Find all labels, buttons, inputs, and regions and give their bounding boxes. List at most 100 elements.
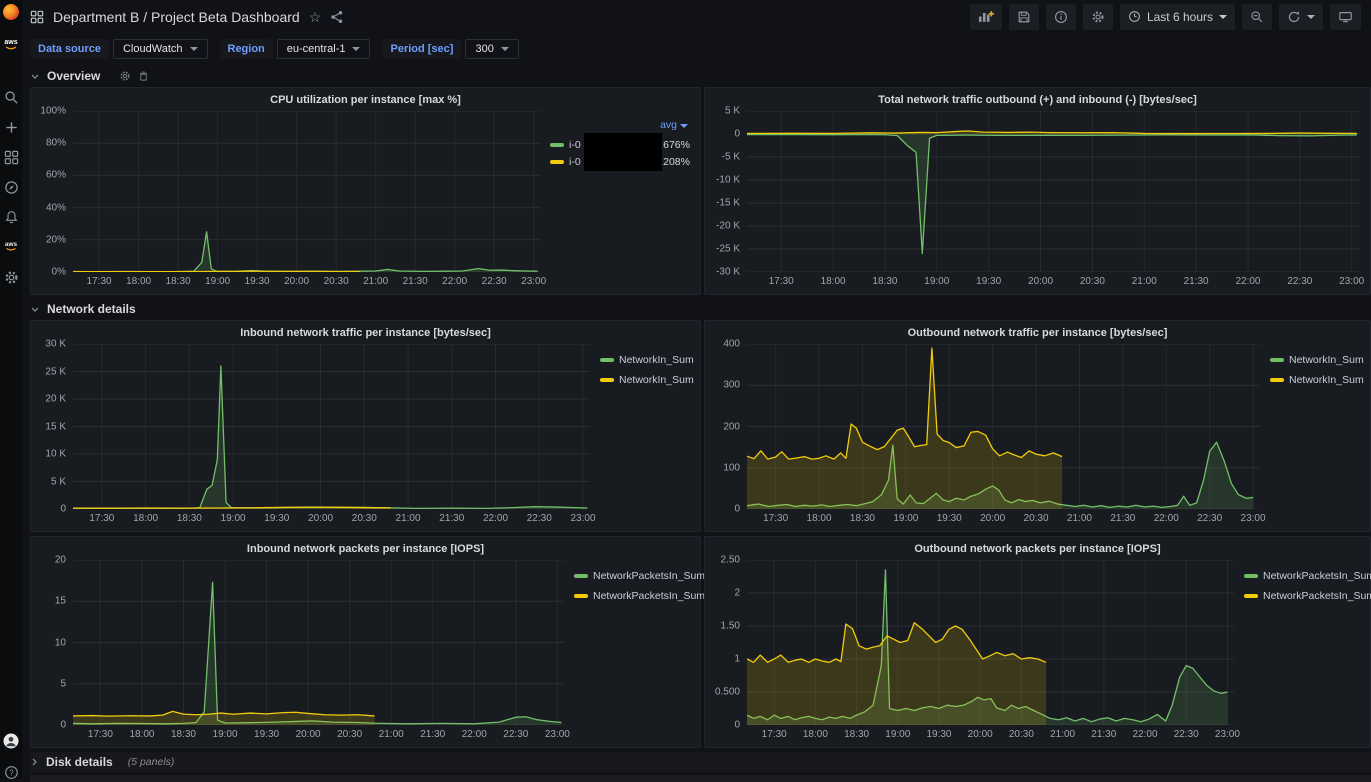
panel-row-overview: CPU utilization per instance [max %] 0%2… [30,87,1371,295]
page-title[interactable]: Department B / Project Beta Dashboard [53,9,300,25]
y-axis: 05 K10 K15 K20 K25 K30 K [35,344,73,509]
x-tick-label: 19:00 [205,276,230,287]
series-color-swatch [600,378,614,382]
chart-canvas[interactable] [747,560,1234,725]
panel-outbound-network-packets: Outbound network packets per instance [I… [704,536,1371,748]
row-delete-trash-icon[interactable] [138,70,149,82]
legend-item[interactable]: NetworkIn_Sum [600,354,690,366]
series-name: i-0 [569,139,581,151]
series-color-swatch [1270,358,1284,362]
panel-title[interactable]: Outbound network packets per instance [I… [705,537,1370,558]
x-axis: 17:3018:0018:3019:0019:3020:0020:3021:00… [747,509,1260,527]
legend-sort-avg[interactable]: avg [550,119,690,131]
info-circle-icon [1054,10,1068,24]
search-icon [4,90,19,105]
panel-row-network-traffic: Inbound network traffic per instance [by… [30,320,1371,532]
svg-text:?: ? [9,768,14,777]
panel-title[interactable]: Inbound network traffic per instance [by… [31,321,700,342]
series-name: NetworkIn_Sum [1289,354,1364,366]
series-name: NetworkIn_Sum [619,354,694,366]
sidebar-item-create[interactable] [3,119,19,135]
chart-canvas[interactable] [73,111,540,272]
chart-canvas[interactable] [747,111,1360,272]
x-tick-label: 18:30 [166,276,191,287]
series-color-swatch [600,358,614,362]
sidebar-item-configuration[interactable] [3,269,19,285]
refresh-interval-chevron-icon[interactable] [1307,15,1315,19]
sidebar-item-explore[interactable] [3,179,19,195]
sidebar-item-aws[interactable]: aws [3,36,19,52]
plus-icon [4,120,19,135]
period-value: 300 [475,43,493,55]
add-panel-button[interactable] [970,4,1002,30]
x-tick-label: 20:30 [352,513,377,524]
x-tick-label: 19:30 [254,729,279,740]
legend-item[interactable]: NetworkPacketsIn_Sum [574,590,690,602]
x-tick-label: 21:00 [1132,276,1157,287]
period-select[interactable]: 300 [465,39,518,59]
cycle-view-button[interactable] [1330,4,1361,30]
x-tick-label: 23:00 [1339,276,1364,287]
row-title: Disk details [46,755,113,769]
time-range-picker[interactable]: Last 6 hours [1120,4,1235,30]
legend-item[interactable]: NetworkIn_Sum [1270,374,1360,386]
variable-label: Data source [30,39,109,59]
x-tick-label: 19:00 [221,513,246,524]
panel-total-network-traffic: Total network traffic outbound (+) and i… [704,87,1371,295]
x-tick-label: 23:00 [570,513,595,524]
sidebar-item-aws-plugin[interactable]: aws [3,238,19,254]
series-color-swatch [574,594,588,598]
panel-info-button[interactable] [1046,4,1076,30]
legend-item[interactable]: NetworkIn_Sum [1270,354,1360,366]
sidebar-item-dashboards[interactable] [3,149,19,165]
zoom-out-button[interactable] [1242,4,1272,30]
row-header-overview[interactable]: Overview [30,66,1371,86]
x-tick-label: 18:00 [807,513,832,524]
y-tick-label: 15 [55,596,66,607]
panel-title[interactable]: CPU utilization per instance [max %] [31,88,700,109]
apps-grid-icon[interactable] [30,10,44,24]
user-avatar[interactable] [3,733,19,749]
refresh-button[interactable] [1279,4,1323,30]
y-tick-label: -10 K [716,175,740,186]
dashboard-settings-button[interactable] [1083,4,1113,30]
x-tick-label: 21:30 [403,276,428,287]
legend-item[interactable]: NetworkIn_Sum [600,374,690,386]
panel-inbound-network-traffic: Inbound network traffic per instance [by… [30,320,701,532]
legend-item[interactable]: NetworkPacketsIn_Sum [1244,590,1360,602]
save-dashboard-button[interactable] [1009,4,1039,30]
save-icon [1017,10,1031,24]
panel-title[interactable]: Outbound network traffic per instance [b… [705,321,1370,342]
y-tick-label: 0 [734,504,740,515]
row-header-network-details[interactable]: Network details [30,299,1371,319]
x-tick-label: 23:00 [545,729,570,740]
y-tick-label: 0.500 [715,687,740,698]
chart-canvas[interactable] [73,560,564,725]
sidebar-item-help[interactable]: ? [3,764,19,780]
zoom-out-icon [1250,10,1264,24]
chart-canvas[interactable] [747,344,1260,509]
y-tick-label: 2.50 [721,555,740,566]
y-axis: 0100200300400 [709,344,747,509]
legend: avgi-00.676%i-00.208% [540,111,690,290]
sidebar-item-search[interactable] [3,89,19,105]
chart-canvas[interactable] [73,344,590,509]
series-name: NetworkPacketsIn_Sum [593,590,705,602]
y-tick-label: 1.50 [721,621,740,632]
panel-title[interactable]: Total network traffic outbound (+) and i… [705,88,1370,109]
row-settings-gear-icon[interactable] [119,70,131,82]
grafana-logo[interactable] [3,4,19,20]
star-icon[interactable]: ☆ [309,10,322,24]
datasource-select[interactable]: CloudWatch [113,39,208,59]
x-tick-label: 21:00 [1067,513,1092,524]
sidebar-item-alerting[interactable] [3,209,19,225]
x-tick-label: 21:30 [1110,513,1135,524]
panel-title[interactable]: Inbound network packets per instance [IO… [31,537,700,558]
region-select[interactable]: eu-central-1 [277,39,371,59]
help-icon: ? [4,765,19,780]
y-tick-label: 20 [55,555,66,566]
row-header-disk-details[interactable]: Disk details (5 panels) [30,752,1371,772]
legend-item[interactable]: NetworkPacketsIn_Sum [574,570,690,582]
legend-item[interactable]: NetworkPacketsIn_Sum [1244,570,1360,582]
share-icon[interactable] [330,10,344,24]
